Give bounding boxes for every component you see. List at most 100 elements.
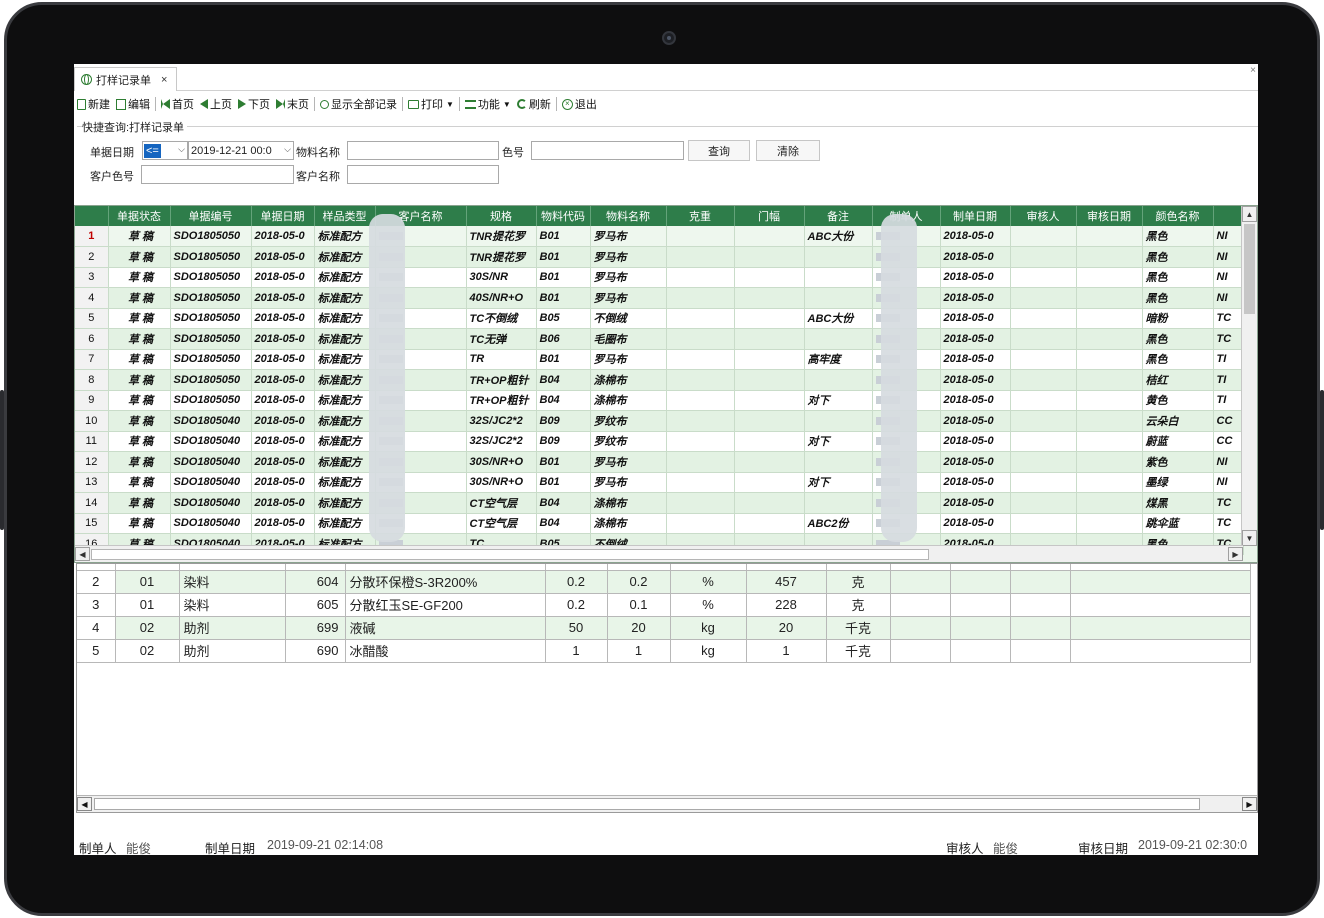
column-header[interactable]: 备注 bbox=[804, 206, 873, 226]
scrollbar-thumb[interactable] bbox=[1244, 224, 1255, 314]
table-cell: 分散红玉SE-GF200 bbox=[345, 593, 546, 617]
date-operator-select[interactable]: <= ⌵ bbox=[142, 141, 188, 160]
query-button[interactable]: 查询 bbox=[688, 140, 750, 161]
exit-button[interactable]: × 退出 bbox=[559, 96, 600, 112]
column-header[interactable]: 规格 bbox=[466, 206, 537, 226]
table-cell bbox=[1010, 616, 1071, 640]
table-row[interactable]: 6草 稿 SDO1805050 2018-05-0 标准配方 TC无弹 B06 毛圈布 201… bbox=[75, 328, 1244, 350]
print-button[interactable]: 打印 ▼ bbox=[405, 96, 457, 112]
table-row[interactable]: 13 草 稿 SDO1805040 2018-05-0 标准配方 30S/NR+O B01 罗… bbox=[75, 472, 1244, 493]
customer-color-input[interactable] bbox=[141, 165, 294, 184]
first-page-button[interactable]: 首页 bbox=[158, 96, 197, 112]
table-row[interactable]: 12 草 稿 SDO1805040 2018-05-0 标准配方 30S/NR+O B01 罗… bbox=[75, 451, 1244, 473]
scrollbar-thumb[interactable] bbox=[94, 798, 1200, 810]
clear-button[interactable]: 清除 bbox=[756, 140, 820, 161]
column-header[interactable]: 样品类型 bbox=[314, 206, 376, 226]
material-name-input[interactable] bbox=[347, 141, 499, 160]
table-cell bbox=[734, 267, 805, 288]
last-page-button[interactable]: 末页 bbox=[273, 96, 312, 112]
maker-label: 制单人 bbox=[79, 842, 117, 855]
table-row[interactable]: 4草 稿 SDO1805050 2018-05-0 标准配方 40S/NR+O B01 罗马… bbox=[75, 287, 1244, 309]
scroll-down-icon[interactable]: ▼ bbox=[1242, 530, 1257, 546]
customer-name-input[interactable] bbox=[347, 165, 499, 184]
next-page-button[interactable]: 下页 bbox=[235, 96, 273, 112]
table-cell: CC bbox=[1213, 410, 1244, 432]
column-header[interactable] bbox=[1213, 206, 1244, 226]
table-cell: 0.1 bbox=[607, 593, 671, 617]
refresh-button[interactable]: 刷新 bbox=[514, 96, 554, 112]
column-header[interactable]: 审核日期 bbox=[1076, 206, 1143, 226]
table-cell: 标准配方 bbox=[314, 328, 376, 350]
table-row[interactable]: 14 草 稿 SDO1805040 2018-05-0 标准配方 CT空气层 B04 涤棉布 2… bbox=[75, 492, 1244, 514]
column-header[interactable]: 单据日期 bbox=[251, 206, 315, 226]
scroll-left-icon[interactable]: ◀ bbox=[75, 547, 90, 561]
window-close-icon[interactable]: × bbox=[1250, 65, 1256, 76]
table-row[interactable]: 1草 稿 SDO1805050 2018-05-0 标准配方 TNR提花罗 B01 罗马布 A… bbox=[75, 226, 1244, 247]
row-number: 5 bbox=[77, 639, 116, 663]
table-row[interactable]: 8草 稿 SDO1805050 2018-05-0 标准配方 TR+OP粗针 B04 涤棉布… bbox=[75, 369, 1244, 391]
column-header[interactable]: 制单日期 bbox=[940, 206, 1011, 226]
table-cell: 草 稿 bbox=[108, 308, 171, 329]
table-cell: TC bbox=[1213, 513, 1244, 534]
side-button-left bbox=[0, 390, 4, 530]
table-row[interactable]: 2草 稿 SDO1805050 2018-05-0 标准配方 TNR提花罗 B01 罗马布 2… bbox=[75, 246, 1244, 268]
prev-page-button[interactable]: 上页 bbox=[197, 96, 235, 112]
table-cell bbox=[804, 328, 873, 350]
date-picker[interactable]: 2019-12-21 00:0 ⌵ bbox=[188, 141, 294, 160]
table-cell: ABC大份 bbox=[804, 226, 873, 247]
table-row[interactable]: 3 01 染料 605 分散红玉SE-GF200 0.2 0.1% 228 克 bbox=[77, 593, 1251, 617]
tab-close-icon[interactable]: × bbox=[161, 74, 167, 86]
table-cell: 30S/NR bbox=[466, 267, 537, 288]
table-cell: 2018-05-0 bbox=[940, 472, 1011, 493]
grid-vertical-scrollbar[interactable]: ▲ ▼ bbox=[1241, 206, 1257, 546]
table-cell: CT空气层 bbox=[466, 513, 537, 534]
column-header[interactable]: 颜色名称 bbox=[1142, 206, 1214, 226]
table-cell: 暗粉 bbox=[1142, 308, 1214, 329]
column-header[interactable] bbox=[75, 206, 109, 226]
column-header[interactable]: 门幅 bbox=[734, 206, 805, 226]
table-cell bbox=[804, 267, 873, 288]
scroll-right-icon[interactable]: ▶ bbox=[1242, 797, 1257, 811]
table-cell: TC bbox=[1213, 308, 1244, 329]
toolbar-divider bbox=[155, 97, 156, 111]
table-cell: SDO1805050 bbox=[170, 390, 252, 411]
column-header[interactable]: 单据状态 bbox=[108, 206, 171, 226]
table-row[interactable]: 2 01 染料 604 分散环保橙S-3R200% 0.2 0.2% 457 克 bbox=[77, 570, 1251, 594]
privacy-blur-customer bbox=[369, 214, 405, 542]
row-number: 6 bbox=[75, 328, 109, 350]
scrollbar-thumb[interactable] bbox=[91, 549, 929, 560]
table-cell: 2018-05-0 bbox=[940, 369, 1011, 391]
table-cell: 2018-05-0 bbox=[251, 492, 315, 514]
scroll-left-icon[interactable]: ◀ bbox=[77, 797, 92, 811]
row-number: 7 bbox=[75, 349, 109, 370]
table-row[interactable]: 11 草 稿 SDO1805040 2018-05-0 标准配方 32S/JC2*2 B09… bbox=[75, 431, 1244, 452]
table-row[interactable]: 4 02 助剂 699 液碱 50 20 kg 20 千克 bbox=[77, 616, 1251, 640]
table-row[interactable]: 3草 稿 SDO1805050 2018-05-0 标准配方 30S/NR B01 罗马布 2… bbox=[75, 267, 1244, 288]
table-row[interactable]: 5 02 助剂 690 冰醋酸 1 1 kg 1 千克 bbox=[77, 639, 1251, 663]
detail-horizontal-scrollbar[interactable]: ◀ ▶ bbox=[77, 795, 1257, 812]
auditor-label: 审核人 bbox=[946, 842, 984, 855]
show-all-button[interactable]: 显示全部记录 bbox=[317, 96, 400, 112]
scroll-right-icon[interactable]: ▶ bbox=[1228, 547, 1243, 561]
column-header[interactable]: 物料代码 bbox=[536, 206, 591, 226]
table-row[interactable]: 5草 稿 SDO1805050 2018-05-0 标准配方 TC不倒绒 B05 不倒绒 AB… bbox=[75, 308, 1244, 329]
edit-button[interactable]: 编辑 bbox=[113, 96, 153, 112]
color-no-input[interactable] bbox=[531, 141, 684, 160]
grid-horizontal-scrollbar[interactable]: ◀ ▶ bbox=[75, 545, 1243, 562]
table-row[interactable]: 9草 稿 SDO1805050 2018-05-0 标准配方 TR+OP粗针 B04 涤棉布… bbox=[75, 390, 1244, 411]
tab-sample-record[interactable]: 打样记录单 × bbox=[74, 67, 177, 91]
column-header[interactable]: 物料名称 bbox=[590, 206, 667, 226]
new-button[interactable]: 新建 bbox=[74, 96, 113, 112]
column-header[interactable]: 单据编号 bbox=[170, 206, 252, 226]
column-header[interactable]: 审核人 bbox=[1010, 206, 1077, 226]
column-header[interactable]: 克重 bbox=[666, 206, 735, 226]
function-menu-button[interactable]: 功能 ▼ bbox=[462, 96, 514, 112]
table-row[interactable]: 7草 稿 SDO1805050 2018-05-0 标准配方 TR B01 罗马布 高牢度 20… bbox=[75, 349, 1244, 370]
scroll-up-icon[interactable]: ▲ bbox=[1242, 206, 1257, 222]
table-cell: 煤黑 bbox=[1142, 492, 1214, 514]
table-row[interactable]: 15 草 稿 SDO1805040 2018-05-0 标准配方 CT空气层 B04 涤棉布 A… bbox=[75, 513, 1244, 534]
toolbar: 新建 编辑 首页 上页 下页 末页 显示全部记录 打印 ▼ 功能 ▼ 刷新 × 退出 bbox=[74, 93, 1258, 115]
table-cell: 千克 bbox=[826, 616, 891, 640]
table-row[interactable]: 10 草 稿 SDO1805040 2018-05-0 标准配方 32S/JC2*2 B09… bbox=[75, 410, 1244, 432]
chevron-down-icon: ▼ bbox=[446, 99, 454, 109]
